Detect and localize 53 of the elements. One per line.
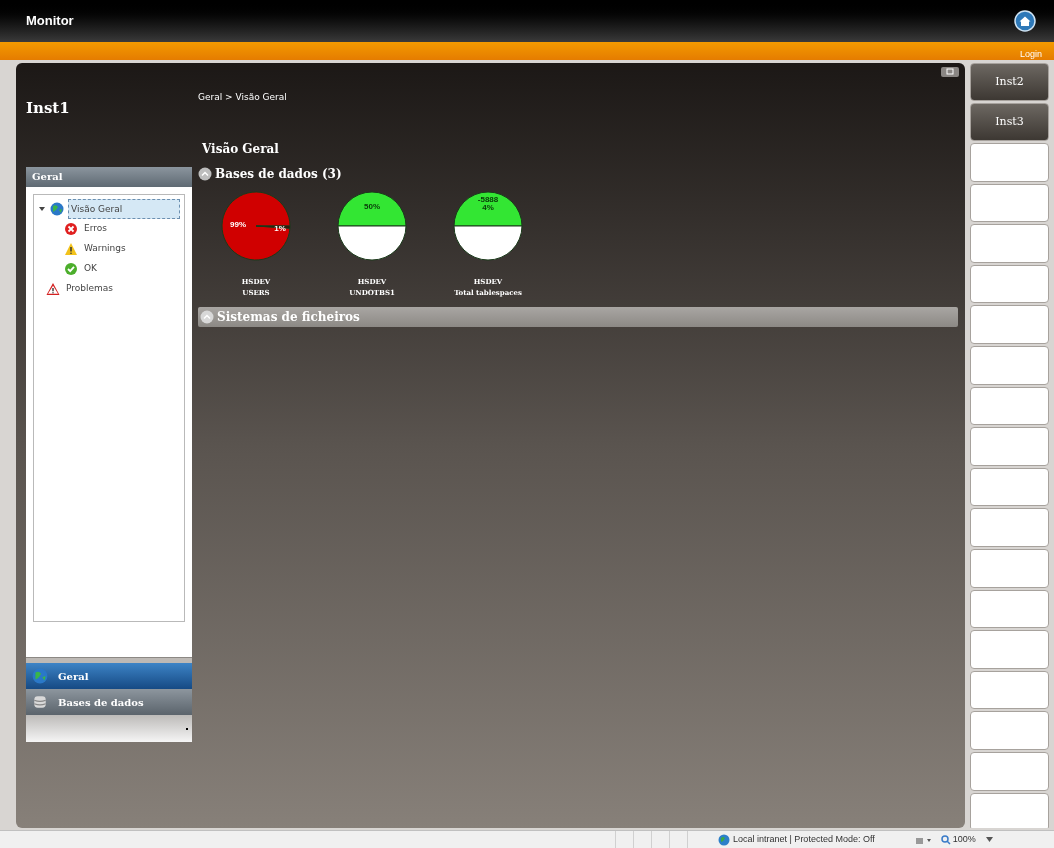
empty-slot[interactable]: [970, 224, 1049, 263]
empty-slot[interactable]: [970, 467, 1049, 507]
instance-tab[interactable]: Inst2: [970, 63, 1049, 101]
slice-label: -5888: [477, 194, 499, 204]
empty-slot[interactable]: [970, 589, 1049, 629]
empty-slot[interactable]: [970, 345, 1049, 385]
warning-icon: [64, 242, 78, 256]
check-icon: [64, 262, 78, 276]
globe-icon: [32, 668, 48, 684]
empty-slot[interactable]: [970, 792, 1049, 828]
caret-icon[interactable]: [985, 837, 993, 842]
instance-title: Inst1: [26, 98, 71, 119]
caret-icon[interactable]: [38, 205, 46, 213]
security-zone-text: Local intranet | Protected Mode: Off: [733, 832, 875, 846]
empty-slot[interactable]: [970, 143, 1049, 182]
empty-slot[interactable]: [970, 305, 1049, 344]
empty-slot[interactable]: [970, 548, 1049, 588]
home-icon[interactable]: [1014, 10, 1036, 32]
accordion-tab[interactable]: Geral: [26, 663, 192, 689]
empty-slot[interactable]: [970, 386, 1049, 426]
empty-slot[interactable]: [970, 751, 1049, 791]
breadcrumb: Geral > Visão Geral: [198, 91, 288, 104]
content-title: Visão Geral: [202, 140, 280, 158]
database-icon: [32, 694, 48, 710]
empty-slot[interactable]: [970, 264, 1049, 304]
empty-slot[interactable]: [970, 630, 1049, 669]
empty-slot[interactable]: [970, 183, 1049, 223]
error-icon: [64, 222, 78, 236]
slice-label: 4%: [482, 202, 494, 212]
sidebar-header: Geral: [26, 167, 192, 187]
empty-slot[interactable]: [970, 711, 1049, 750]
zoom-icon[interactable]: [940, 834, 951, 845]
tree-item[interactable]: Warnings: [82, 242, 128, 256]
restore-icon[interactable]: [941, 67, 959, 77]
accordion-tab[interactable]: Bases de dados: [26, 689, 192, 715]
tree-item[interactable]: Problemas: [64, 282, 115, 296]
section-header[interactable]: Bases de dados (3): [198, 163, 958, 184]
globe-icon: [718, 833, 730, 846]
slice-label: 99%: [230, 219, 246, 229]
slice-label: 50%: [364, 201, 380, 211]
app-title: Monitor: [26, 12, 74, 31]
instance-tab[interactable]: Inst3: [970, 103, 1049, 141]
splitter-handle[interactable]: [26, 657, 192, 663]
zoom-level[interactable]: 100%: [952, 832, 976, 847]
empty-slot[interactable]: [970, 508, 1049, 547]
collapse-icon[interactable]: [198, 166, 212, 181]
tree-item[interactable]: Visão Geral: [68, 199, 180, 219]
empty-slot[interactable]: [970, 670, 1049, 710]
globe-icon: [50, 202, 64, 216]
tree-item[interactable]: Erros: [82, 222, 109, 236]
tree-item[interactable]: OK: [82, 262, 99, 276]
warning-icon: [46, 282, 60, 296]
empty-slot[interactable]: [970, 427, 1049, 466]
